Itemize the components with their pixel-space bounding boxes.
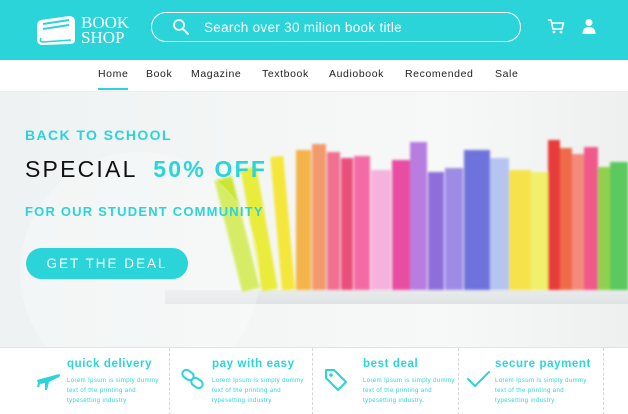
brand-logo[interactable]: BOOK SHOP xyxy=(35,10,129,50)
hero-banner: BACK TO SCHOOL SPECIAL 50% OFF FOR OUR S… xyxy=(0,92,628,347)
feature-title: secure payment xyxy=(495,358,591,370)
feature-text: Lorem Ipsum is simply dummy text of the … xyxy=(212,378,304,404)
feature-title: quick delivery xyxy=(67,358,153,370)
nav-item-sale[interactable]: Sale xyxy=(495,68,518,80)
nav-item-textbook[interactable]: Textbook xyxy=(262,68,309,80)
checkmark-icon xyxy=(467,371,490,387)
hero-tagline: FOR OUR STUDENT COMMUNITY xyxy=(25,204,264,219)
get-the-deal-button[interactable]: GET THE DEAL xyxy=(26,248,188,279)
price-tag-icon xyxy=(325,369,347,391)
feature-quick-delivery: quick delivery Lorem Ipsum is simply dum… xyxy=(25,348,170,414)
feature-text: Lorem Ipsum is simply dummy text of the … xyxy=(495,378,587,404)
hero-heading-prefix: SPECIAL xyxy=(25,156,137,182)
feature-text: Lorem Ipsum is simply dummy text of the … xyxy=(67,378,159,404)
feature-title: best deal xyxy=(363,358,419,370)
search-input[interactable] xyxy=(204,17,504,37)
search-bar[interactable] xyxy=(151,12,521,42)
nav-item-recomended[interactable]: Recomended xyxy=(405,68,473,80)
feature-best-deal: best deal Lorem Ipsum is simply dummy te… xyxy=(313,348,459,414)
feature-title: pay with easy xyxy=(212,358,295,370)
book-icon xyxy=(37,16,75,45)
airplane-icon xyxy=(37,374,60,390)
brand-line2: SHOP xyxy=(81,28,125,47)
feature-secure-payment: secure payment Lorem Ipsum is simply dum… xyxy=(459,348,604,414)
feature-pay-with-easy: pay with easy Lorem Ipsum is simply dumm… xyxy=(170,348,313,414)
main-nav: Home Book Magazine Textbook Audiobook Re… xyxy=(0,60,628,92)
nav-item-audiobook[interactable]: Audiobook xyxy=(329,68,384,80)
search-icon[interactable] xyxy=(172,18,190,36)
user-icon[interactable] xyxy=(580,17,598,35)
nav-item-book[interactable]: Book xyxy=(146,68,172,80)
features-strip: quick delivery Lorem Ipsum is simply dum… xyxy=(0,347,628,414)
hero-heading: SPECIAL 50% OFF xyxy=(25,156,267,183)
feature-text: Lorem Ipsum is simply dummy text of the … xyxy=(363,378,455,404)
nav-item-home[interactable]: Home xyxy=(98,68,129,90)
cart-icon[interactable] xyxy=(547,17,565,35)
header: BOOK SHOP xyxy=(0,0,628,60)
hero-discount: 50% OFF xyxy=(153,156,268,182)
nav-item-magazine[interactable]: Magazine xyxy=(191,68,241,80)
brand-name: BOOK SHOP xyxy=(81,14,129,47)
chain-link-icon xyxy=(181,368,204,390)
hero-subheading: BACK TO SCHOOL xyxy=(25,127,172,143)
